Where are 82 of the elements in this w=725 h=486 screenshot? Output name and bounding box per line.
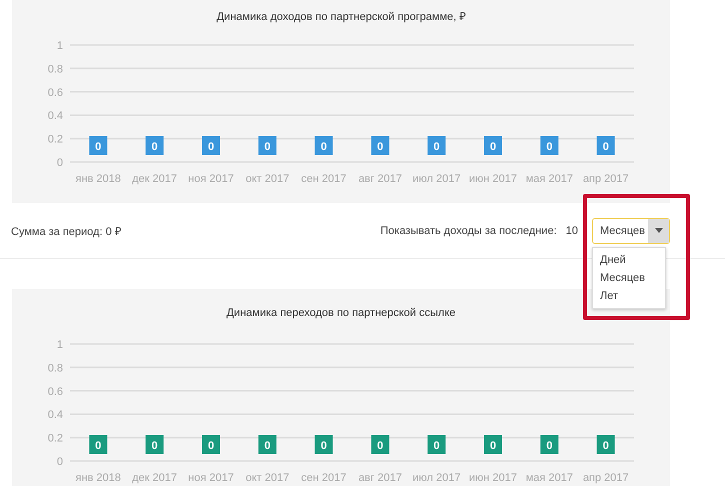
y-tick-label: 0.2 <box>48 134 63 146</box>
data-label: 0 <box>95 440 102 452</box>
x-tick-label: окт 2017 <box>246 472 290 484</box>
data-label: 0 <box>146 435 164 454</box>
data-label: 0 <box>434 440 440 452</box>
x-tick-label: мая 2017 <box>526 173 573 185</box>
data-label: 0 <box>490 440 496 452</box>
data-label: 0 <box>484 435 502 454</box>
data-label: 0 <box>202 435 220 454</box>
menu-item[interactable]: Лет <box>593 286 665 304</box>
period-select[interactable]: Месяцев <box>592 218 670 244</box>
y-tick-label: 0.6 <box>48 86 63 99</box>
data-label: 0 <box>152 141 158 153</box>
data-label: 0 <box>546 440 552 452</box>
y-tick-label: 1 <box>56 40 63 52</box>
data-label: 0 <box>146 136 164 155</box>
x-tick-label: сен 2017 <box>301 472 346 484</box>
y-tick-label: 0.6 <box>48 386 63 398</box>
data-label: 0 <box>371 435 390 454</box>
data-label: 0 <box>208 141 214 153</box>
period-label: Показывать доходы за последние: <box>380 224 557 236</box>
data-label: 0 <box>371 136 390 155</box>
y-tick-label: 0.8 <box>48 63 63 76</box>
x-tick-label: авг 2017 <box>358 472 402 484</box>
x-tick-label: июн 2017 <box>469 472 517 484</box>
y-tick-label: 1 <box>56 339 63 351</box>
data-label: 0 <box>540 435 558 454</box>
data-label: 0 <box>602 141 609 153</box>
data-label: 0 <box>540 136 558 155</box>
x-tick-label: сен 2017 <box>301 173 346 185</box>
data-label: 0 <box>490 141 496 153</box>
data-label: 0 <box>314 136 333 155</box>
y-tick-label: 0.8 <box>48 362 63 374</box>
y-tick-label: 0 <box>56 456 63 468</box>
x-tick-label: июл 2017 <box>412 173 461 185</box>
data-label: 0 <box>264 440 270 452</box>
data-label: 0 <box>258 435 276 454</box>
data-label: 0 <box>596 136 615 155</box>
y-tick-label: 0.4 <box>48 110 63 122</box>
data-label: 0 <box>208 440 214 452</box>
chart-title: Динамика переходов по партнерской ссылке <box>225 307 457 321</box>
data-label: 0 <box>152 440 158 452</box>
menu-item[interactable]: Дней <box>593 250 665 268</box>
x-tick-label: июл 2017 <box>412 472 461 484</box>
data-label: 0 <box>264 141 270 153</box>
data-label: 0 <box>89 136 108 155</box>
data-label: 0 <box>320 141 327 153</box>
data-label: 0 <box>484 136 502 155</box>
y-tick-label: 0 <box>56 157 63 169</box>
period-count: 10 <box>566 224 578 236</box>
data-label: 0 <box>95 141 102 153</box>
x-tick-label: янв 2018 <box>76 173 121 185</box>
caret-icon <box>648 218 669 242</box>
x-tick-label: ноя 2017 <box>188 173 234 185</box>
y-tick-label: 0.2 <box>48 432 63 445</box>
chart-title: Динамика доходов по партнерской программе, ₽ <box>216 10 466 25</box>
x-tick-label: авг 2017 <box>358 173 402 185</box>
period-sum: Сумма за период: 0 ₽ <box>11 225 121 238</box>
data-label: 0 <box>428 435 446 454</box>
x-tick-label: июн 2017 <box>469 173 517 185</box>
data-label: 0 <box>434 141 440 153</box>
x-tick-label: апр 2017 <box>582 472 629 484</box>
data-label: 0 <box>602 440 609 452</box>
x-tick-label: окт 2017 <box>246 173 290 185</box>
data-label: 0 <box>377 440 384 452</box>
x-tick-label: янв 2018 <box>76 472 121 484</box>
data-label: 0 <box>320 440 327 452</box>
data-label: 0 <box>202 136 220 155</box>
x-tick-label: дек 2017 <box>132 472 178 484</box>
data-label: 0 <box>596 435 615 454</box>
x-tick-label: мая 2017 <box>526 472 573 484</box>
data-label: 0 <box>428 136 446 155</box>
data-label: 0 <box>89 435 108 454</box>
data-label: 0 <box>258 136 276 155</box>
data-label: 0 <box>377 141 384 153</box>
x-tick-label: дек 2017 <box>132 173 178 185</box>
data-label: 0 <box>314 435 333 454</box>
x-tick-label: апр 2017 <box>582 173 629 185</box>
data-label: 0 <box>546 141 552 153</box>
x-tick-label: ноя 2017 <box>188 472 234 484</box>
menu-item[interactable]: Месяцев <box>593 268 665 286</box>
y-tick-label: 0.4 <box>48 409 63 422</box>
